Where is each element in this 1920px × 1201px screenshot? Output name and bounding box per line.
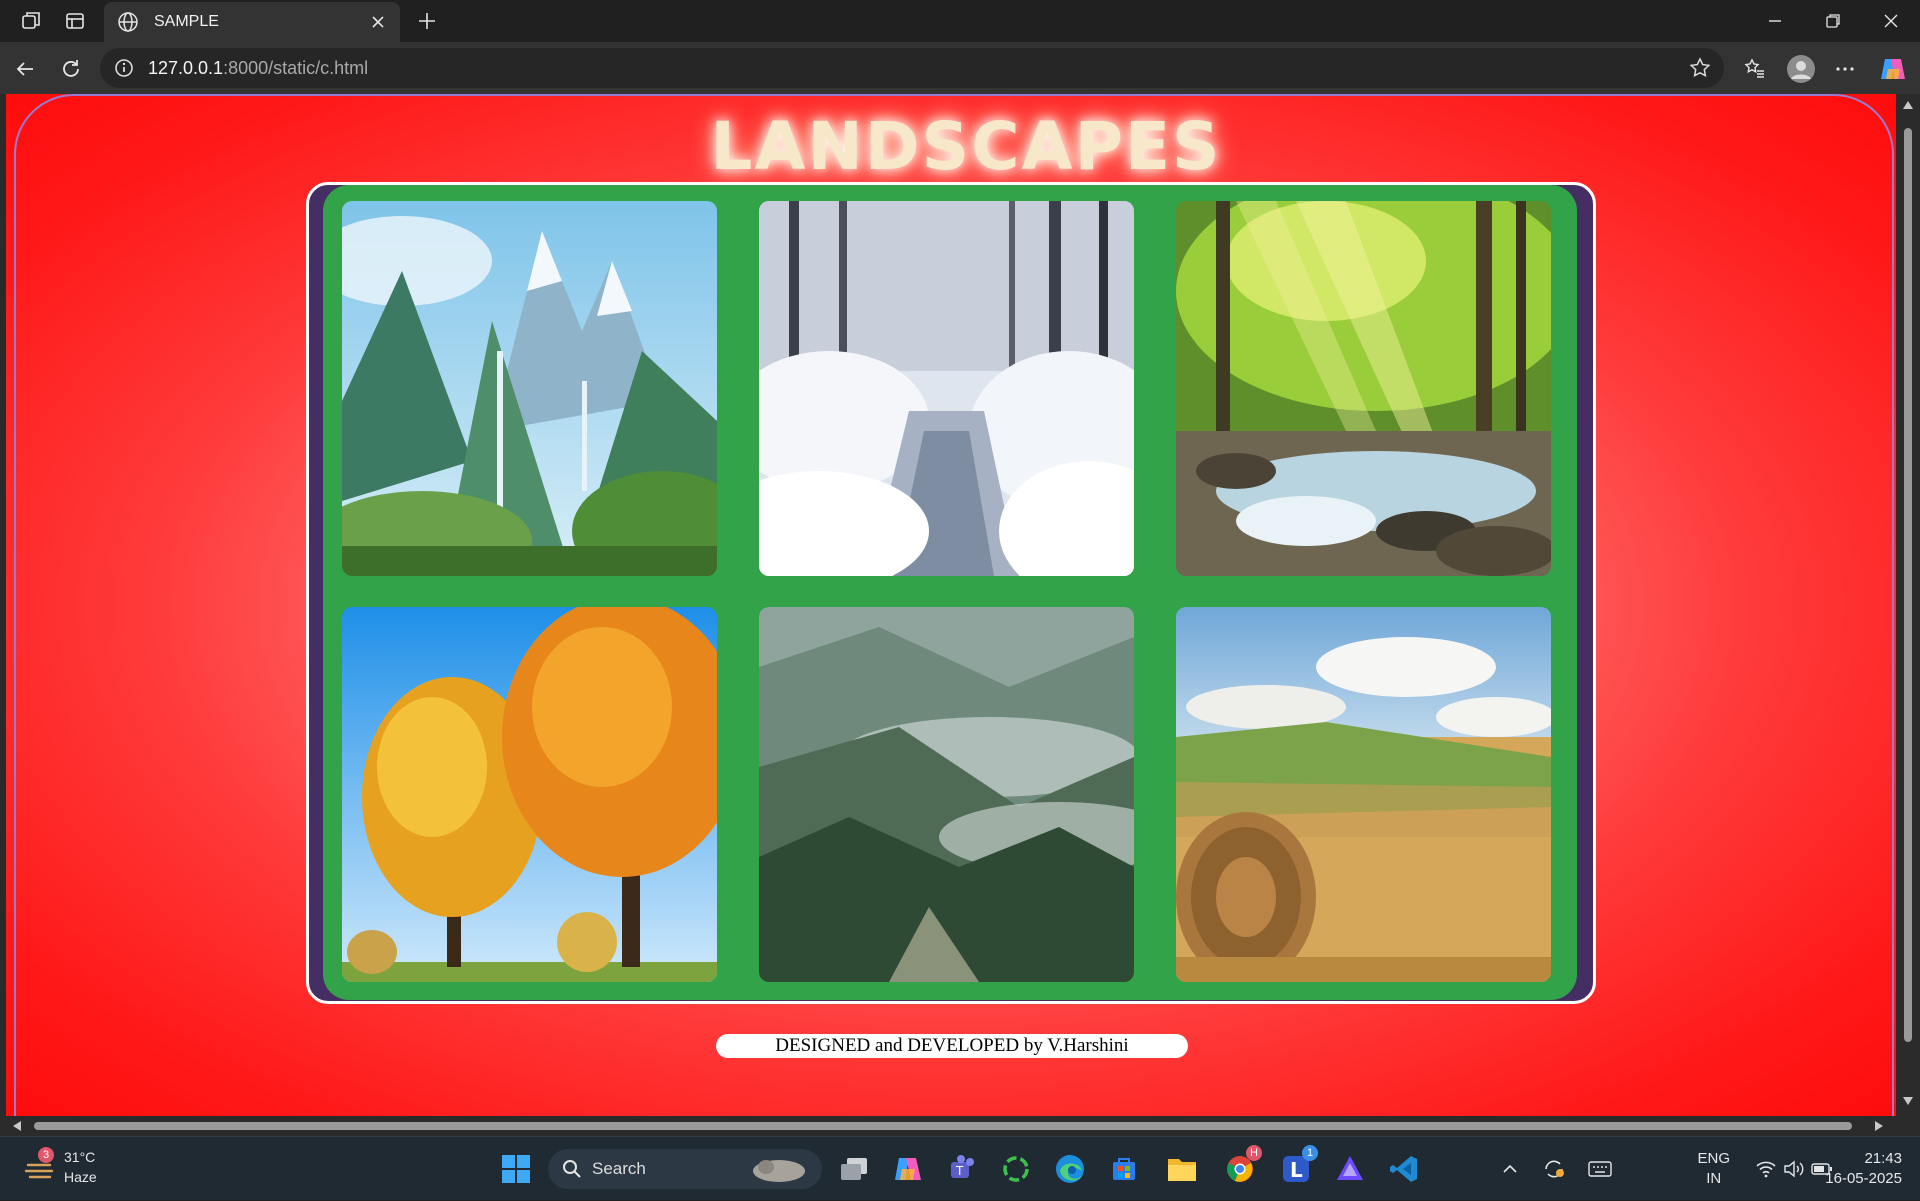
copilot-icon[interactable]	[1876, 52, 1910, 86]
search-icon	[563, 1160, 581, 1178]
hay-bale-field-image	[1176, 607, 1551, 982]
address-bar[interactable]: 127.0.0.1:8000/static/c.html	[100, 48, 1724, 88]
edge-browser-icon[interactable]	[1050, 1149, 1090, 1189]
browser-tab-bar: SAMPLE	[0, 0, 1920, 42]
workspaces-icon[interactable]	[18, 8, 44, 34]
sync-status-icon[interactable]	[1540, 1155, 1568, 1183]
proton-vpn-icon[interactable]	[1330, 1149, 1370, 1189]
url-path: :8000/static/c.html	[223, 57, 369, 78]
reload-icon[interactable]	[56, 54, 86, 84]
new-tab-icon[interactable]	[414, 8, 440, 34]
globe-icon	[118, 12, 138, 32]
horizontal-scrollbar[interactable]	[0, 1116, 1896, 1136]
close-window-icon[interactable]	[1878, 8, 1904, 34]
sunlit-forest-river-image	[1176, 201, 1551, 576]
page-body: LANDSCAPES DESIGNED and DEVELOPED by V.H…	[6, 94, 1896, 1116]
search-highlight-icon	[753, 1160, 805, 1182]
svg-text:T: T	[955, 1164, 964, 1178]
language-code: ENG	[1697, 1150, 1730, 1167]
keyboard-icon[interactable]	[1586, 1155, 1614, 1183]
scroll-up-icon[interactable]	[1902, 100, 1914, 110]
app-l-badge: 1	[1302, 1145, 1318, 1161]
weather-badge: 3	[38, 1147, 54, 1163]
site-info-icon[interactable]	[112, 56, 136, 80]
profile-avatar-icon[interactable]	[1784, 52, 1818, 86]
scroll-right-icon[interactable]	[1874, 1120, 1884, 1132]
gallery-frame	[306, 182, 1596, 1004]
store-icon[interactable]	[1104, 1149, 1144, 1189]
app-l-icon[interactable]: L 1	[1276, 1145, 1318, 1189]
misty-rainy-forest-image	[759, 607, 1134, 982]
start-button[interactable]	[496, 1149, 536, 1189]
scrollbar-corner	[1896, 1116, 1920, 1136]
close-tab-icon[interactable]	[368, 12, 388, 32]
language-region: IN	[1706, 1170, 1722, 1187]
back-icon[interactable]	[10, 54, 40, 84]
volume-icon[interactable]	[1782, 1157, 1806, 1181]
chrome-badge: H	[1246, 1145, 1262, 1161]
teams-icon[interactable]: T	[942, 1149, 982, 1189]
vscode-icon[interactable]	[1384, 1149, 1424, 1189]
clock-date: 16-05-2025	[1825, 1170, 1902, 1187]
more-options-icon[interactable]	[1830, 54, 1860, 84]
copilot-app-icon[interactable]	[888, 1149, 928, 1189]
search-label: Search	[592, 1159, 646, 1178]
favorite-star-icon[interactable]	[1688, 56, 1712, 80]
clock[interactable]: 21:43 16-05-2025	[1825, 1149, 1902, 1189]
url-host: 127.0.0.1	[148, 57, 224, 78]
chrome-icon[interactable]: H	[1220, 1145, 1262, 1189]
weather-desc: Haze	[64, 1169, 97, 1185]
weather-temp: 31°C	[64, 1149, 96, 1165]
taskbar-search[interactable]: Search	[548, 1149, 822, 1189]
autumn-trees-image	[342, 607, 717, 982]
taskbar: 3 31°C Haze Search T H L 1 ENG IN 21:43 …	[0, 1136, 1920, 1200]
scroll-down-icon[interactable]	[1902, 1096, 1914, 1106]
minimize-icon[interactable]	[1762, 8, 1788, 34]
vertical-scroll-thumb[interactable]	[1904, 128, 1912, 1042]
restore-icon[interactable]	[1820, 8, 1846, 34]
language-indicator[interactable]: ENG IN	[1697, 1149, 1730, 1189]
scroll-left-icon[interactable]	[12, 1120, 22, 1132]
show-hidden-icons-icon[interactable]	[1498, 1157, 1522, 1181]
browser-toolbar: 127.0.0.1:8000/static/c.html	[0, 42, 1920, 94]
mountain-waterfall-image	[342, 201, 717, 576]
snowy-forest-stream-image	[759, 201, 1134, 576]
system-tray: ENG IN 21:43 16-05-2025	[1440, 1137, 1920, 1201]
file-explorer-icon[interactable]	[1162, 1149, 1202, 1189]
wifi-icon[interactable]	[1754, 1157, 1778, 1181]
page-viewport: LANDSCAPES DESIGNED and DEVELOPED by V.H…	[0, 94, 1920, 1136]
gallery-grid	[323, 185, 1577, 1000]
vertical-scrollbar[interactable]	[1896, 94, 1920, 1118]
tab-title: SAMPLE	[154, 13, 219, 30]
weather-widget[interactable]: 3 31°C Haze	[20, 1147, 130, 1191]
sync-app-icon[interactable]	[996, 1149, 1036, 1189]
horizontal-scroll-thumb[interactable]	[34, 1122, 1852, 1130]
page-title: LANDSCAPES	[710, 108, 1222, 185]
vertical-tabs-icon[interactable]	[62, 8, 88, 34]
clock-time: 21:43	[1864, 1150, 1902, 1167]
svg-text:L: L	[1290, 1158, 1303, 1182]
browser-tab[interactable]: SAMPLE	[104, 2, 400, 42]
footer-credit: DESIGNED and DEVELOPED by V.Harshini	[716, 1034, 1188, 1058]
task-view-icon[interactable]	[834, 1149, 874, 1189]
favorites-icon[interactable]	[1740, 54, 1770, 84]
